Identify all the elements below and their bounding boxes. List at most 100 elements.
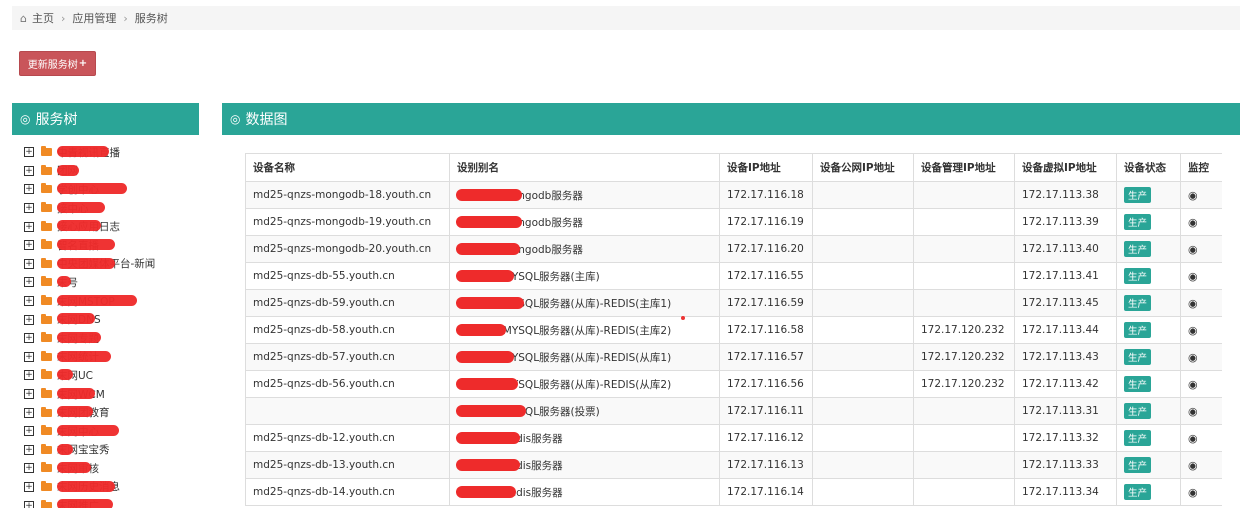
eye-icon[interactable]: ◉ (1188, 297, 1198, 310)
tree-item[interactable]: + 末网宝宝秀 (12, 441, 202, 460)
tree-item[interactable]: +末网MSTOP (12, 292, 202, 311)
tree-item[interactable]: +末网审核 (12, 459, 202, 478)
tree-item[interactable]: +团网 (12, 162, 202, 181)
plus-square-icon[interactable]: + (24, 407, 34, 418)
tree-item[interactable]: +中央团媒体平台-新闻 (12, 255, 202, 274)
plus-square-icon[interactable]: + (24, 147, 34, 158)
tree-item[interactable]: +末网中心 (12, 422, 202, 441)
plus-square-icon[interactable]: + (24, 500, 34, 508)
tree-item[interactable]: +末号 (12, 273, 202, 292)
table-row[interactable]: md25-qnzs-db-57.youth.cn 青年之声-MYSQL服务器(从库… (245, 343, 1222, 371)
tree-item[interactable]: +末网DNS (12, 310, 202, 329)
breadcrumb-home[interactable]: 主页 (32, 10, 54, 26)
plus-square-icon[interactable]: + (24, 389, 34, 400)
table-row[interactable]: md25-qnzs-db-13.youth.cn青年之声-Redis服务器172… (245, 451, 1222, 479)
cell-device-ip: 172.17.116.57 (719, 343, 813, 371)
plus-square-icon[interactable]: + (24, 184, 34, 195)
plus-square-icon[interactable]: + (24, 463, 34, 474)
breadcrumb-separator: › (60, 11, 66, 25)
update-service-tree-button[interactable]: 更新服务树 + (19, 51, 96, 76)
eye-icon[interactable]: ◉ (1188, 243, 1198, 256)
tree-item[interactable]: +学创中心 (12, 180, 202, 199)
eye-icon[interactable]: ◉ (1188, 189, 1198, 202)
table-row[interactable]: md25-qnzs-db-55.youth.cn 青年之声-MYSQL服务器(主库… (245, 262, 1222, 290)
cell-device-name: md25-qnzs-db-56.youth.cn (245, 370, 450, 398)
cell-public-ip (812, 370, 914, 398)
status-badge: 生产 (1124, 376, 1152, 392)
cell-device-name: md25-qnzs-db-58.youth.cn (245, 316, 450, 344)
plus-square-icon[interactable]: + (24, 296, 34, 307)
data-panel-header: ◎ 数据图 (222, 103, 1240, 135)
tree-item[interactable]: +末网推广 (12, 496, 202, 508)
cell-device-name: md25-qnzs-db-59.youth.cn (245, 289, 450, 317)
plus-square-icon[interactable]: + (24, 165, 34, 176)
tree-item[interactable]: +中青视讯直播 (12, 143, 202, 162)
cell-status: 生产 (1116, 370, 1181, 398)
redaction-mark (57, 238, 115, 250)
redaction-mark (456, 243, 520, 255)
redaction-mark (57, 313, 95, 325)
plus-square-icon[interactable]: + (24, 333, 34, 344)
plus-square-icon[interactable]: + (24, 221, 34, 232)
eye-icon[interactable]: ◉ (1188, 459, 1198, 472)
eye-icon[interactable]: ◉ (1188, 324, 1198, 337)
cell-device-name: md25-qnzs-db-57.youth.cn (245, 343, 450, 371)
plus-square-icon[interactable]: + (24, 258, 34, 269)
table-row[interactable]: md25-qnzs-mongodb-19.youth.cn青年之声-Mongod… (245, 208, 1222, 236)
breadcrumb-app-manage[interactable]: 应用管理 (72, 10, 116, 26)
tree-item[interactable]: +接中心 (12, 199, 202, 218)
eye-icon[interactable]: ◉ (1188, 351, 1198, 364)
plus-square-icon[interactable]: + (24, 240, 34, 251)
plus-square-icon[interactable]: + (24, 370, 34, 381)
table-row[interactable]: md25-qnzs-db-14.youth.cn青年之声-Redis服务器172… (245, 478, 1222, 506)
plus-square-icon[interactable]: + (24, 314, 34, 325)
redaction-mark (456, 486, 516, 498)
tree-item[interactable]: +末网WCM (12, 385, 202, 404)
table-row[interactable]: md25-qnzs-db-56.youth.cn 青年之声-MYSQL服务器(从库… (245, 370, 1222, 398)
cell-virtual-ip: 172.17.113.34 (1014, 478, 1117, 506)
tree-item[interactable]: +末网统计 (12, 348, 202, 367)
folder-icon (41, 369, 52, 380)
cell-device-ip: 172.17.116.56 (719, 370, 813, 398)
plus-square-icon[interactable]: + (24, 481, 34, 492)
cell-mgmt-ip (913, 235, 1015, 263)
table-row[interactable]: md25-qnzs-db-12.youth.cn青年之声-Redis服务器172… (245, 424, 1222, 452)
plus-square-icon[interactable]: + (24, 203, 34, 214)
tree-item[interactable]: +末网历史消息 (12, 478, 202, 497)
cell-device-alias: 青年之声-Redis服务器 (449, 424, 720, 452)
plus-square-icon[interactable]: + (24, 426, 34, 437)
table-row[interactable]: md25-qnzs-mongodb-20.youth.cn青年之声-Mongod… (245, 235, 1222, 263)
table-row[interactable]: md25-qnzs-db-58.youth.cn 青年之声-MYSQL服务器(从库… (245, 316, 1222, 344)
cell-mgmt-ip (913, 451, 1015, 479)
status-badge: 生产 (1124, 430, 1152, 446)
cell-mgmt-ip (913, 262, 1015, 290)
tree-item[interactable]: +智名直播 (12, 236, 202, 255)
table-row[interactable]: md25-qnzs-db-59.youth.cn 青年之声-MYSQL服务器(从库… (245, 289, 1222, 317)
tree-item[interactable]: +末网专题 (12, 329, 202, 348)
table-row[interactable]: md25-qnzs-mongodb-18.youth.cn青年之声-Mongod… (245, 181, 1222, 209)
folder-icon (41, 239, 52, 250)
eye-icon[interactable]: ◉ (1188, 432, 1198, 445)
tree-item[interactable]: +末网团教育 (12, 403, 202, 422)
device-table-container: 设备名称 设别别名 设备IP地址 设备公网IP地址 设备管理IP地址 设备虚拟I… (245, 153, 1222, 508)
eye-icon[interactable]: ◉ (1188, 405, 1198, 418)
home-icon[interactable]: ⌂ (20, 12, 27, 25)
cell-device-name: md25-qnzs-db-55.youth.cn (245, 262, 450, 290)
plus-square-icon[interactable]: + (24, 444, 34, 455)
cell-device-name: md25-qnzs-db-13.youth.cn (245, 451, 450, 479)
eye-icon[interactable]: ◉ (1188, 486, 1198, 499)
cell-monitor: ◉ (1180, 181, 1222, 209)
folder-icon (41, 388, 52, 399)
eye-icon[interactable]: ◉ (1188, 216, 1198, 229)
tree-item[interactable]: + 末网UC (12, 366, 202, 385)
cell-mgmt-ip: 172.17.120.232 (913, 370, 1015, 398)
plus-square-icon[interactable]: + (24, 277, 34, 288)
cell-monitor: ◉ (1180, 424, 1222, 452)
eye-icon[interactable]: ◉ (1188, 270, 1198, 283)
table-row[interactable]: 青年之声-MYSQL服务器(投票) 172.17.116.11 172.17.113… (245, 397, 1222, 425)
plus-square-icon[interactable]: + (24, 351, 34, 362)
redaction-mark (57, 201, 105, 213)
tree-item[interactable]: +接心应用日志 (12, 217, 202, 236)
cell-device-ip: 172.17.116.59 (719, 289, 813, 317)
eye-icon[interactable]: ◉ (1188, 378, 1198, 391)
